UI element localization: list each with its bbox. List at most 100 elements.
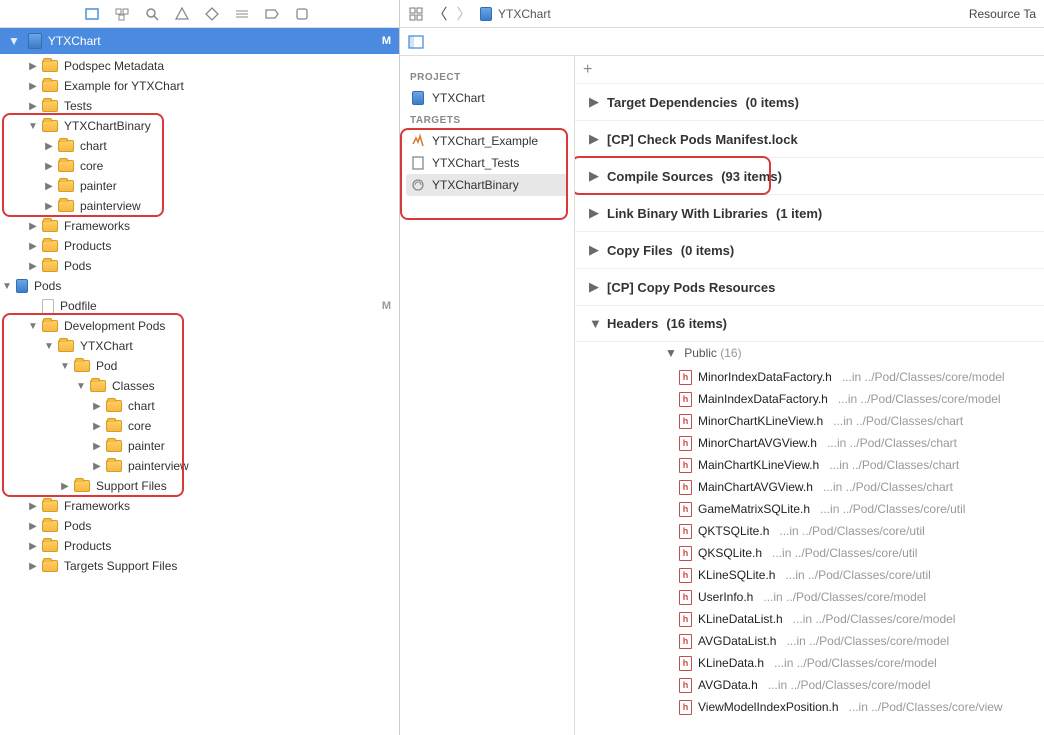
disclosure-triangle-icon[interactable]: ▼ [589,316,599,331]
disclosure-triangle-icon[interactable]: ▶ [28,501,38,512]
disclosure-triangle-icon[interactable]: ▼ [2,281,12,292]
disclosure-triangle-icon[interactable]: ▶ [44,181,54,192]
disclosure-triangle-icon[interactable]: ▶ [589,94,599,110]
tree-row[interactable]: ▶painterview [0,456,399,476]
disclosure-triangle-icon[interactable]: ▼ [44,341,54,352]
disclosure-triangle-icon[interactable]: ▼ [665,346,677,360]
disclosure-triangle-icon[interactable]: ▼ [28,321,38,332]
disclosure-triangle-icon[interactable]: ▼ [28,121,38,132]
build-phase-row[interactable]: ▶Link Binary With Libraries (1 item) [575,195,1044,232]
search-navigator-icon[interactable] [144,6,160,22]
tree-row[interactable]: ▼YTXChartBinary [0,116,399,136]
build-phase-row[interactable]: ▶Compile Sources (93 items) [575,158,1044,195]
disclosure-triangle-icon[interactable]: ▶ [28,221,38,232]
panel-toggle-icon[interactable] [408,34,424,50]
project-navigator-icon[interactable] [84,6,100,22]
target-row[interactable]: YTXChartBinary [406,174,568,196]
tree-row[interactable]: ▶chart [0,136,399,156]
build-phase-row[interactable]: ▼ Headers (16 items) [575,306,1044,342]
tree-row[interactable]: ▶Products [0,536,399,556]
disclosure-triangle-icon[interactable]: ▶ [589,205,599,221]
tree-row[interactable]: ▶Example for YTXChart [0,76,399,96]
disclosure-triangle-icon[interactable]: ▶ [28,81,38,92]
breadcrumb[interactable]: YTXChart [480,7,551,21]
disclosure-triangle-icon[interactable]: ▶ [28,61,38,72]
tree-row[interactable]: ▶Pods [0,256,399,276]
disclosure-triangle-icon[interactable]: ▶ [28,541,38,552]
disclosure-triangle-icon[interactable]: ▶ [589,279,599,295]
disclosure-triangle-icon[interactable]: ▶ [28,521,38,532]
related-items-icon[interactable] [408,6,424,22]
header-file-row[interactable]: hMainIndexDataFactory.h...in ../Pod/Clas… [575,388,1044,410]
tree-row[interactable]: ▶Frameworks [0,496,399,516]
tree-row[interactable]: ▶Targets Support Files [0,556,399,576]
tree-row[interactable]: ▶painter [0,436,399,456]
tree-row[interactable]: ▶Frameworks [0,216,399,236]
tree-row[interactable]: ▶painterview [0,196,399,216]
header-file-row[interactable]: hMinorChartAVGView.h...in ../Pod/Classes… [575,432,1044,454]
disclosure-triangle-icon[interactable]: ▶ [44,161,54,172]
report-navigator-icon[interactable] [294,6,310,22]
disclosure-triangle-icon[interactable]: ▶ [589,168,599,184]
header-file-row[interactable]: hQKSQLite.h...in ../Pod/Classes/core/uti… [575,542,1044,564]
tree-row[interactable]: ▼Development Pods [0,316,399,336]
disclosure-triangle-icon[interactable]: ▶ [28,101,38,112]
header-file-row[interactable]: hKLineSQLite.h...in ../Pod/Classes/core/… [575,564,1044,586]
disclosure-triangle-icon[interactable]: ▶ [44,201,54,212]
breakpoint-navigator-icon[interactable] [264,6,280,22]
tree-row[interactable]: ▼Classes [0,376,399,396]
tree-row[interactable]: PodfileM [0,296,399,316]
build-phase-row[interactable]: ▶Target Dependencies (0 items) [575,84,1044,121]
disclosure-triangle-icon[interactable]: ▶ [589,131,599,147]
tree-row[interactable]: ▼YTXChart [0,336,399,356]
target-row[interactable]: YTXChart_Example [406,130,568,152]
header-file-row[interactable]: hMinorIndexDataFactory.h...in ../Pod/Cla… [575,366,1044,388]
forward-icon[interactable]: 〉 [456,6,472,22]
debug-navigator-icon[interactable] [234,6,250,22]
symbol-navigator-icon[interactable] [114,6,130,22]
tree-row[interactable]: ▶core [0,156,399,176]
disclosure-triangle-icon[interactable]: ▶ [92,421,102,432]
header-file-row[interactable]: hKLineDataList.h...in ../Pod/Classes/cor… [575,608,1044,630]
tree-row[interactable]: ▼Pods [0,276,399,296]
disclosure-triangle-icon[interactable]: ▶ [44,141,54,152]
disclosure-triangle-icon[interactable]: ▶ [92,461,102,472]
tree-row[interactable]: ▶Tests [0,96,399,116]
header-file-row[interactable]: hViewModelIndexPosition.h...in ../Pod/Cl… [575,696,1044,718]
disclosure-triangle-icon[interactable]: ▶ [60,481,70,492]
build-phase-row[interactable]: ▶[CP] Copy Pods Resources [575,269,1044,306]
tree-row[interactable]: ▶Support Files [0,476,399,496]
tree-row[interactable]: ▶Products [0,236,399,256]
disclosure-triangle-icon[interactable]: ▼ [76,381,86,392]
disclosure-triangle-icon[interactable]: ▶ [92,401,102,412]
tree-row[interactable]: ▼Pod [0,356,399,376]
build-phase-row[interactable]: ▶[CP] Check Pods Manifest.lock [575,121,1044,158]
header-file-row[interactable]: hKLineData.h...in ../Pod/Classes/core/mo… [575,652,1044,674]
tree-row[interactable]: ▶chart [0,396,399,416]
add-phase-icon[interactable]: + [583,61,592,79]
disclosure-triangle-icon[interactable]: ▼ [60,361,70,372]
header-file-row[interactable]: hQKTSQLite.h...in ../Pod/Classes/core/ut… [575,520,1044,542]
back-icon[interactable]: 〈 [432,6,448,22]
tree-row[interactable]: ▶painter [0,176,399,196]
header-file-row[interactable]: hUserInfo.h...in ../Pod/Classes/core/mod… [575,586,1044,608]
test-navigator-icon[interactable] [204,6,220,22]
disclosure-triangle-icon[interactable]: ▶ [28,261,38,272]
tree-row[interactable]: ▶Pods [0,516,399,536]
disclosure-triangle-icon[interactable]: ▶ [28,561,38,572]
disclosure-triangle-icon[interactable]: ▶ [28,241,38,252]
issue-navigator-icon[interactable] [174,6,190,22]
build-phase-row[interactable]: ▶Copy Files (0 items) [575,232,1044,269]
header-file-row[interactable]: hMinorChartKLineView.h...in ../Pod/Class… [575,410,1044,432]
header-file-row[interactable]: hAVGData.h...in ../Pod/Classes/core/mode… [575,674,1044,696]
disclosure-triangle-icon[interactable]: ▼ [8,34,20,48]
target-row[interactable]: YTXChart_Tests [406,152,568,174]
headers-group-row[interactable]: ▼ Public (16) [575,342,1044,366]
disclosure-triangle-icon[interactable]: ▶ [92,441,102,452]
disclosure-triangle-icon[interactable]: ▶ [589,242,599,258]
header-file-row[interactable]: hAVGDataList.h...in ../Pod/Classes/core/… [575,630,1044,652]
project-root-row[interactable]: ▼ YTXChart M [0,28,399,54]
header-file-row[interactable]: hMainChartKLineView.h...in ../Pod/Classe… [575,454,1044,476]
project-row[interactable]: YTXChart [406,87,568,109]
header-file-row[interactable]: hMainChartAVGView.h...in ../Pod/Classes/… [575,476,1044,498]
